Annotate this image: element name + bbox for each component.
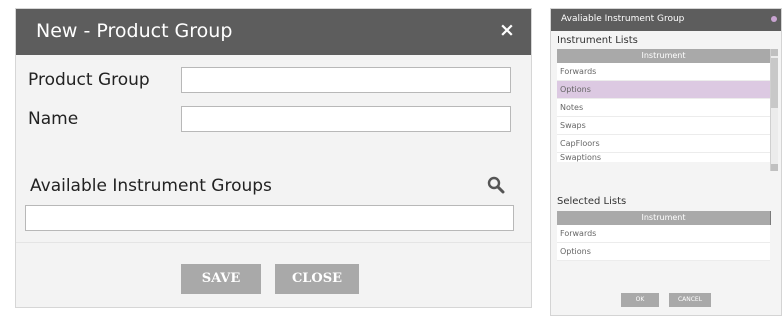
instrument-row-swaptions[interactable]: Swaptions (557, 153, 770, 162)
product-group-input[interactable] (181, 67, 511, 93)
instrument-row-options[interactable]: Options (557, 81, 770, 99)
instrument-row-capfloors[interactable]: CapFloors (557, 135, 770, 153)
footer-divider (16, 242, 531, 243)
scroll-thumb[interactable] (771, 58, 778, 108)
close-icon[interactable]: × (496, 19, 518, 41)
scroll-up-icon[interactable] (771, 49, 778, 56)
instrument-lists-grid: Instrument Forwards Options Notes Swaps … (557, 49, 770, 162)
instrument-column-label: Instrument (641, 51, 686, 60)
save-button[interactable]: SAVE (181, 264, 261, 294)
selected-row-options[interactable]: Options (557, 243, 770, 261)
instrument-lists-scrollbar[interactable] (770, 49, 778, 171)
available-instrument-groups-input[interactable] (25, 205, 514, 231)
close-button[interactable]: CLOSE (275, 264, 359, 294)
scroll-down-icon[interactable] (771, 164, 778, 171)
selected-column-label: Instrument (641, 213, 686, 222)
search-icon[interactable] (487, 176, 505, 194)
close-dot-icon[interactable] (771, 16, 777, 22)
cancel-button[interactable]: CANCEL (669, 293, 711, 307)
dialog-title: New - Product Group (36, 20, 233, 42)
column-separator (770, 211, 771, 225)
instrument-column-header[interactable]: Instrument (557, 49, 770, 63)
product-group-label: Product Group (28, 70, 150, 90)
name-label: Name (28, 109, 79, 129)
instrument-lists-label: Instrument Lists (557, 35, 638, 46)
selected-row-forwards[interactable]: Forwards (557, 225, 770, 243)
dialog-header: Avaliable Instrument Group (551, 9, 781, 31)
ok-button[interactable]: OK (621, 293, 659, 307)
available-instrument-groups-label: Available Instrument Groups (30, 176, 272, 196)
name-input[interactable] (181, 106, 511, 132)
instrument-row-swaps[interactable]: Swaps (557, 117, 770, 135)
selected-column-header[interactable]: Instrument (557, 211, 770, 225)
instrument-row-notes[interactable]: Notes (557, 99, 770, 117)
new-product-group-dialog: New - Product Group × Product Group Name… (15, 8, 532, 308)
selected-lists-label: Selected Lists (557, 196, 627, 207)
instrument-row-forwards[interactable]: Forwards (557, 63, 770, 81)
dialog-header: New - Product Group × (16, 9, 531, 55)
available-instrument-group-dialog: Avaliable Instrument Group Instrument Li… (550, 8, 782, 316)
dialog-title: Avaliable Instrument Group (561, 14, 685, 24)
selected-lists-grid: Instrument Forwards Options (557, 211, 770, 261)
